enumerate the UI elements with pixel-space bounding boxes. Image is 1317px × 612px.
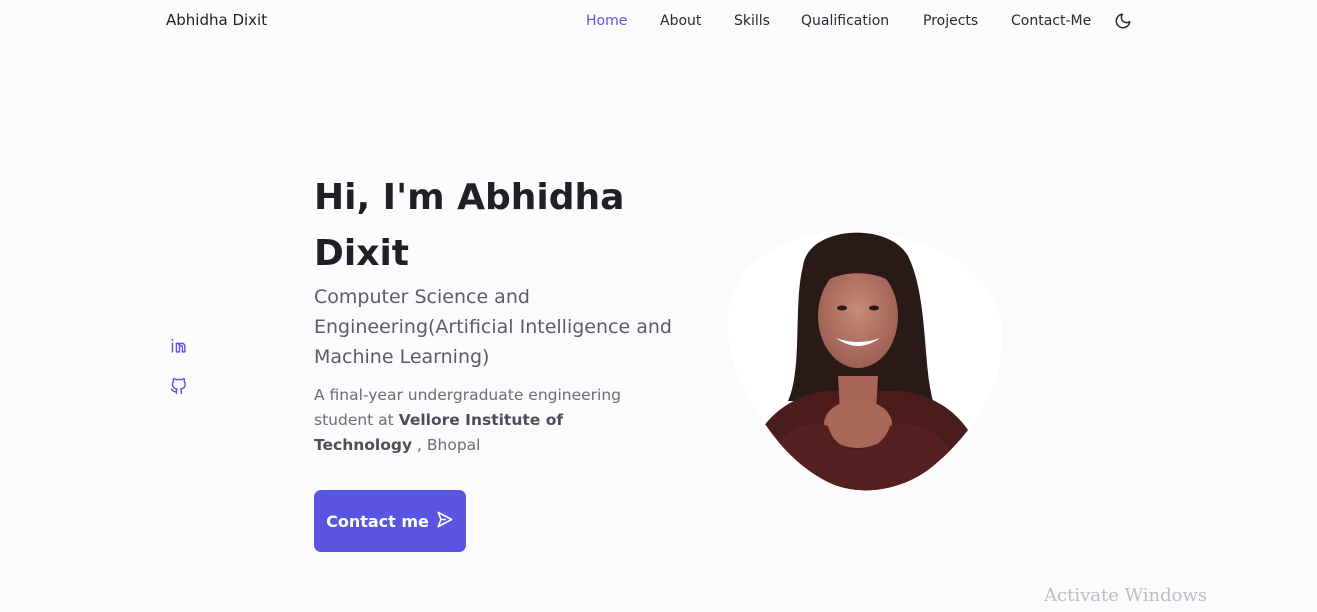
hero-title: Hi, I'm Abhidha Dixit bbox=[314, 177, 625, 274]
hero-subtitle: Computer Science and Engineering(Artific… bbox=[314, 286, 672, 368]
contact-me-button[interactable]: Contact me bbox=[314, 490, 466, 552]
contact-me-label: Contact me bbox=[326, 511, 429, 531]
moon-icon[interactable] bbox=[1114, 12, 1132, 30]
nav-projects[interactable]: Projects bbox=[923, 13, 978, 29]
nav-skills[interactable]: Skills bbox=[734, 13, 770, 29]
nav-home[interactable]: Home bbox=[586, 13, 627, 29]
nav-about[interactable]: About bbox=[660, 13, 701, 29]
linkedin-icon[interactable] bbox=[170, 337, 187, 354]
description-location: , Bhopal bbox=[412, 436, 481, 454]
site-logo[interactable]: Abhidha Dixit bbox=[166, 11, 267, 29]
hero-description: A final-year undergraduate engineering s… bbox=[314, 383, 664, 458]
nav-contact-me[interactable]: Contact-Me bbox=[1011, 13, 1091, 29]
site-header: Abhidha Dixit Home About Skills Qualific… bbox=[0, 0, 1317, 44]
github-icon[interactable] bbox=[170, 378, 187, 395]
profile-photo bbox=[718, 226, 1008, 496]
activate-windows-watermark: Activate Windows bbox=[1044, 585, 1208, 606]
send-icon bbox=[435, 510, 454, 533]
nav-qualification[interactable]: Qualification bbox=[801, 13, 889, 29]
